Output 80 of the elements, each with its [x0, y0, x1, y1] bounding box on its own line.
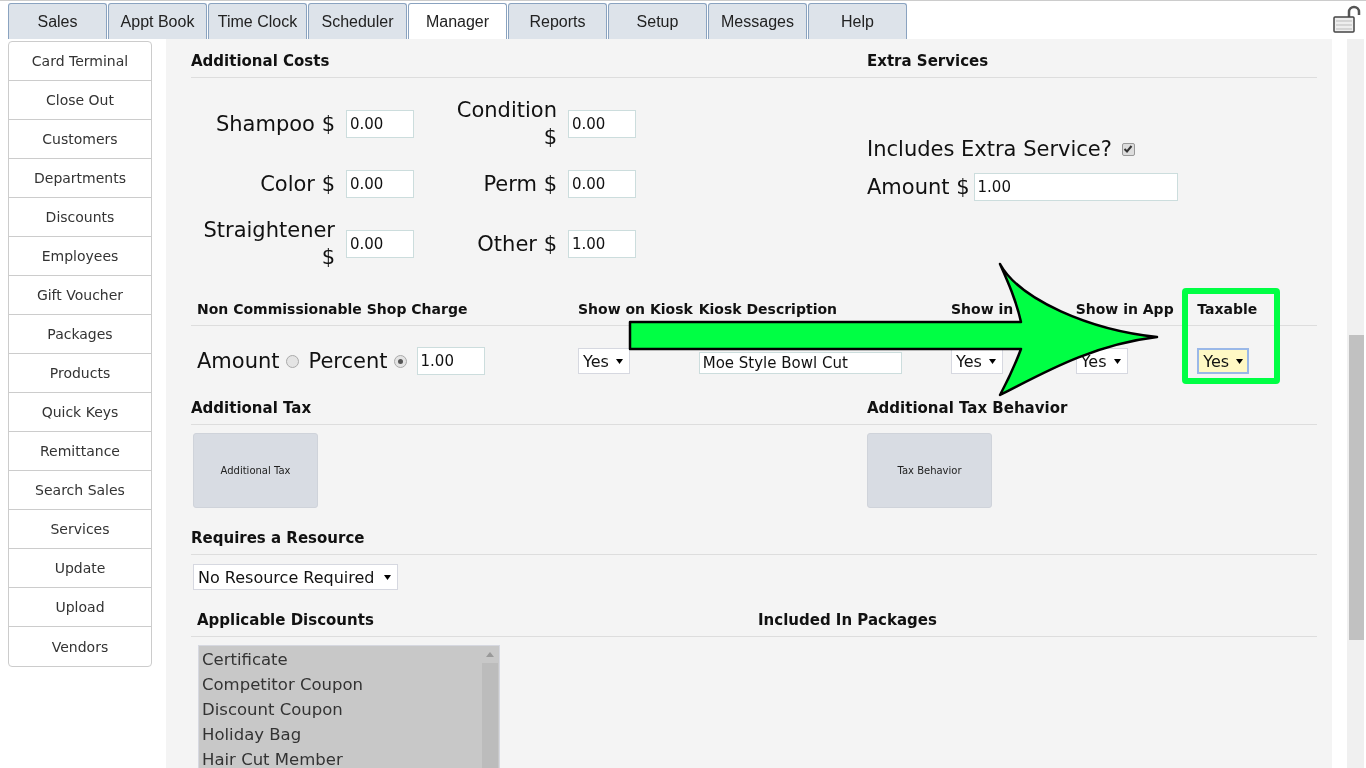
- tab[interactable]: Help: [808, 3, 907, 39]
- sidebar-item[interactable]: Departments: [9, 159, 151, 198]
- dropdown[interactable]: Yes: [578, 348, 630, 374]
- section-heading: Additional Tax Behavior: [867, 396, 1317, 425]
- radio-button[interactable]: [285, 354, 299, 368]
- sidebar-item[interactable]: Quick Keys: [9, 393, 151, 432]
- sidebar-item[interactable]: Products: [9, 354, 151, 393]
- field-label: Straightener $: [202, 217, 335, 271]
- caret-icon: [1236, 358, 1244, 364]
- list-item[interactable]: Hair Cut Member: [199, 747, 481, 768]
- input-field[interactable]: 0.00: [568, 170, 636, 198]
- padlock-icon[interactable]: [1332, 4, 1362, 34]
- tab[interactable]: Reports: [508, 3, 607, 39]
- list-item[interactable]: Holiday Bag: [199, 722, 481, 747]
- sidebar-item[interactable]: Gift Voucher: [9, 276, 151, 315]
- sidebar-item[interactable]: Search Sales: [9, 471, 151, 510]
- field-label: Condition $: [455, 97, 557, 151]
- section-heading: Included In Packages: [758, 611, 937, 629]
- scrollbar[interactable]: [1347, 39, 1364, 768]
- section-heading: Additional Tax: [191, 396, 867, 425]
- tab[interactable]: Time Clock: [208, 3, 307, 39]
- sidebar-item[interactable]: Upload: [9, 588, 151, 627]
- tab[interactable]: Setup: [608, 3, 707, 39]
- sidebar-item[interactable]: Employees: [9, 237, 151, 276]
- column-heading: Show in: [950, 301, 1015, 317]
- option-label: Amount: [197, 349, 280, 373]
- tab[interactable]: Messages: [708, 3, 807, 39]
- sidebar-item[interactable]: Card Terminal: [9, 42, 151, 81]
- column-heading: Show on Kiosk: [577, 301, 694, 317]
- sidebar-item[interactable]: Packages: [9, 315, 151, 354]
- list-item[interactable]: Certificate: [199, 647, 481, 672]
- column-heading: Show in App: [1074, 301, 1175, 317]
- sidebar-item[interactable]: Services: [9, 510, 151, 549]
- input-field[interactable]: 0.00: [346, 230, 414, 258]
- input-field[interactable]: 1.00: [416, 347, 485, 375]
- input-field[interactable]: 1.00: [973, 173, 1178, 201]
- section-heading: Additional Costs: [191, 49, 867, 78]
- section-heading: Requires a Resource: [191, 526, 1317, 555]
- checkbox[interactable]: [1121, 142, 1135, 156]
- section-heading: Extra Services: [867, 49, 1317, 78]
- input-field[interactable]: Moe Style Bowl Cut: [698, 352, 902, 374]
- column-heading: Non Commissionable Shop Charge: [197, 301, 469, 317]
- input-field[interactable]: 0.00: [346, 170, 414, 198]
- sidebar-item[interactable]: Discounts: [9, 198, 151, 237]
- dropdown[interactable]: Yes: [951, 348, 1003, 374]
- caret-icon: [988, 358, 996, 364]
- radio-button[interactable]: [393, 354, 407, 368]
- discount-listbox[interactable]: Certificate Competitor Coupon Discount Coupon Holiday Bag Hair Cut Member: [198, 645, 500, 768]
- option-label: Percent: [308, 349, 388, 373]
- tab[interactable]: Scheduler: [308, 3, 407, 39]
- caret-icon: [615, 358, 623, 364]
- scroll-up-icon[interactable]: [485, 651, 495, 659]
- sidebar-item[interactable]: Vendors: [9, 627, 151, 666]
- additional-tax-button[interactable]: Additional Tax: [193, 433, 318, 508]
- input-field[interactable]: 1.00: [568, 230, 636, 258]
- column-heading: Taxable: [1197, 301, 1259, 317]
- input-field[interactable]: 0.00: [346, 110, 414, 138]
- dropdown[interactable]: Yes: [1197, 348, 1250, 374]
- column-heading: Kiosk Description: [698, 301, 839, 317]
- tab[interactable]: Appt Book: [108, 3, 207, 39]
- field-label: Includes Extra Service?: [867, 137, 1112, 161]
- sidebar-item[interactable]: Remittance: [9, 432, 151, 471]
- field-label: Perm $: [482, 170, 557, 198]
- field-label: Other $: [476, 230, 557, 258]
- tab[interactable]: Sales: [8, 3, 107, 39]
- tab[interactable]: Manager: [408, 3, 507, 39]
- sidebar-item[interactable]: Update: [9, 549, 151, 588]
- section-heading: Applicable Discounts: [197, 611, 375, 629]
- field-label: Shampoo $: [214, 110, 335, 138]
- caret-icon: [384, 574, 391, 580]
- caret-icon: [1113, 358, 1121, 364]
- field-label: Color $: [259, 170, 335, 198]
- field-label: Amount $: [867, 175, 970, 199]
- list-item[interactable]: Discount Coupon: [199, 697, 481, 722]
- tax-behavior-button[interactable]: Tax Behavior: [867, 433, 992, 508]
- sidebar-item[interactable]: Close Out: [9, 81, 151, 120]
- dropdown[interactable]: No Resource Required: [193, 564, 398, 590]
- list-item[interactable]: Competitor Coupon: [199, 672, 481, 697]
- sidebar-item[interactable]: Customers: [9, 120, 151, 159]
- input-field[interactable]: 0.00: [568, 110, 636, 138]
